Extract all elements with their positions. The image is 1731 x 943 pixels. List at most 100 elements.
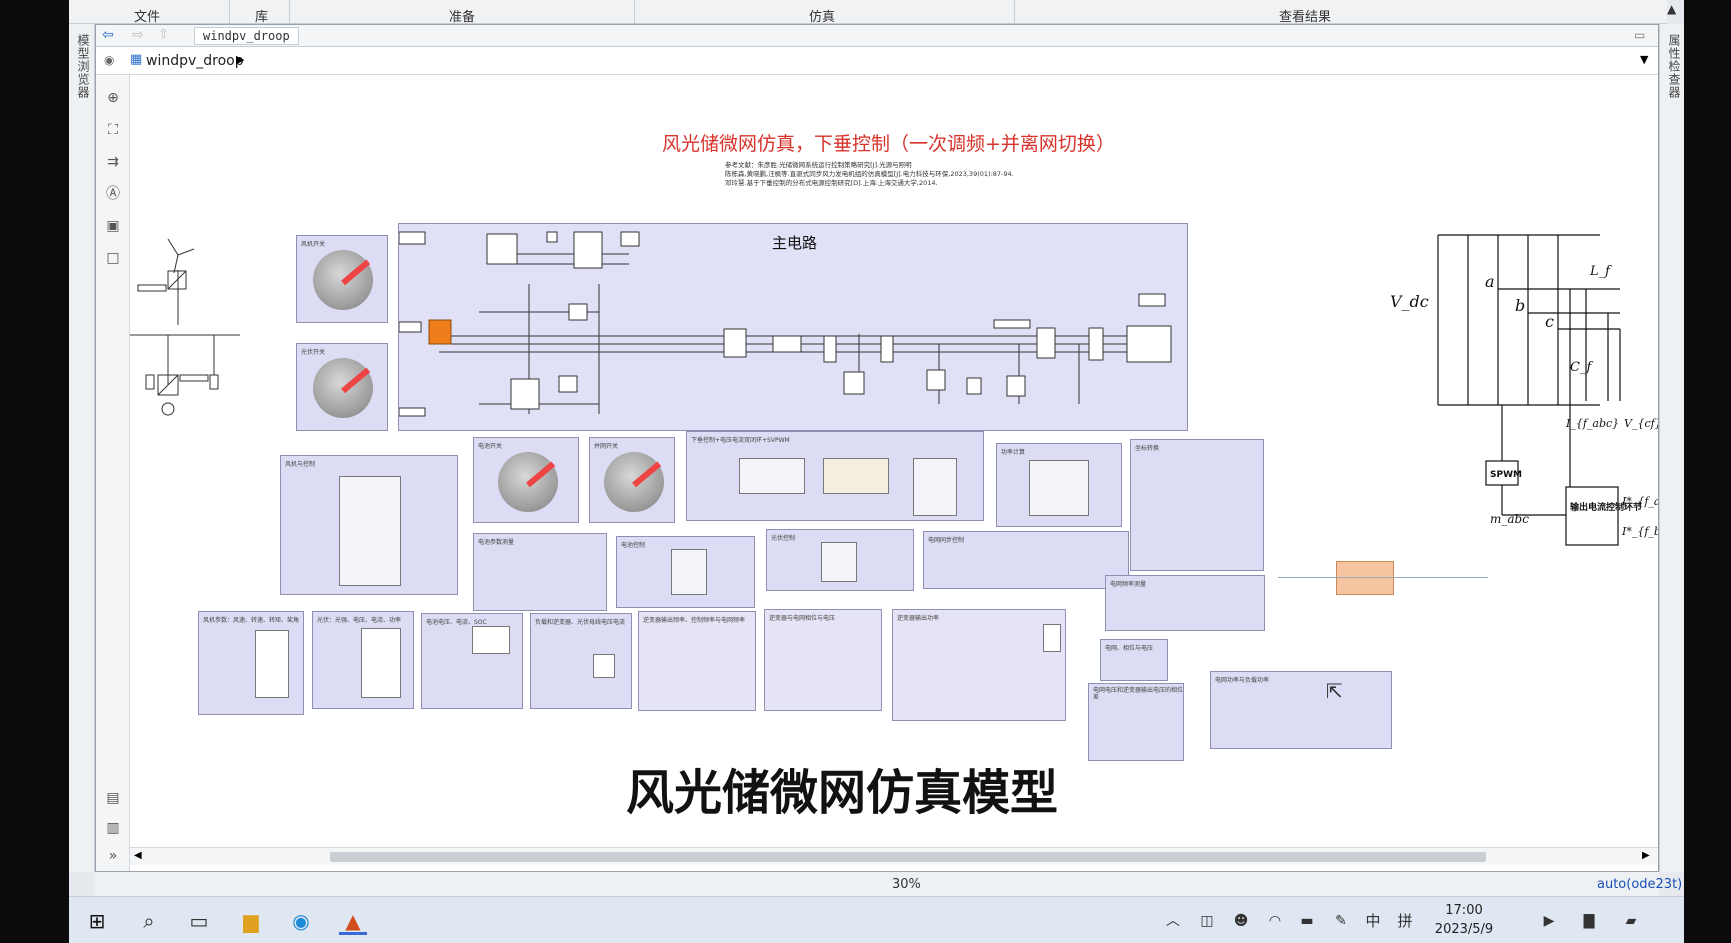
- canvas-tool-palette: ⊕ ⛶ ⇉ Ⓐ ▣ □ ▤ ▥ »: [96, 75, 130, 871]
- property-inspector-label: 属性检查器: [1667, 34, 1681, 99]
- ribbon-section-library[interactable]: 库: [255, 6, 268, 25]
- route-lines-icon[interactable]: ⇉: [104, 153, 122, 171]
- ime-language[interactable]: 中: [1359, 907, 1387, 935]
- grid-frequency-block[interactable]: 电网频率测量: [1105, 575, 1265, 631]
- battery-soc-scope[interactable]: 电池电压、电流、SOC: [421, 613, 523, 709]
- start-icon[interactable]: ⊞: [83, 907, 111, 935]
- model-tab[interactable]: windpv_droop: [194, 27, 299, 45]
- control-snippet: [1278, 561, 1488, 597]
- phase-a-label: a: [1485, 272, 1495, 291]
- solver-label[interactable]: auto(ode23t): [1597, 877, 1682, 892]
- grid-sync-block[interactable]: 电网同步控制: [923, 531, 1129, 589]
- ribbon-section-file[interactable]: 文件: [134, 6, 160, 25]
- references-text: 参考文献：朱彦胜.光储微网系统运行控制策略研究[J].光源与照明 陈栋森,黄晓鹏…: [725, 161, 1014, 188]
- lf-label: L_f: [1589, 264, 1612, 279]
- forward-arrow-icon[interactable]: ⇨: [132, 27, 144, 43]
- ribbon-bar: 文件 库 准备 仿真 查看结果 ▲: [69, 0, 1676, 25]
- tray-app-icon[interactable]: ▇: [1575, 907, 1603, 935]
- up-level-icon[interactable]: ⇧: [158, 27, 169, 42]
- matlab-icon[interactable]: ▲: [339, 907, 367, 935]
- grid-switch-knob-icon[interactable]: [604, 452, 664, 512]
- battery-measure-block[interactable]: 电池参数测量: [473, 533, 607, 611]
- image-icon[interactable]: ▣: [104, 217, 122, 235]
- battery-switch-block[interactable]: 电池开关: [473, 437, 579, 523]
- phase-b-label: b: [1515, 296, 1525, 315]
- grid-load-power-block[interactable]: 电网功率与负载功率: [1210, 671, 1392, 749]
- coordinate-transform-block[interactable]: 坐标转换: [1130, 439, 1264, 571]
- power-calc-block[interactable]: 功率计算: [996, 443, 1122, 527]
- model-canvas[interactable]: 风光储微网仿真，下垂控制（一次调频+并离网切换） 参考文献：朱彦胜.光储微网系统…: [130, 75, 1658, 847]
- model-icon: ▦: [130, 52, 143, 67]
- pen-icon[interactable]: ✎: [1327, 907, 1355, 935]
- battery-switch-knob-icon[interactable]: [498, 452, 558, 512]
- tray-device-icon[interactable]: ◫: [1193, 907, 1221, 935]
- address-dropdown-icon[interactable]: ▼: [1640, 53, 1648, 66]
- editor-toolstrip: ⇦ ⇨ ⇧ windpv_droop ▭: [96, 25, 1658, 47]
- area-icon[interactable]: □: [104, 249, 122, 267]
- bus-voltage-scope[interactable]: 负载和逆变器、光伏母线电压电流: [530, 613, 632, 709]
- scroll-left-icon[interactable]: ◀: [134, 850, 142, 861]
- right-black-margin: [1684, 0, 1731, 943]
- property-inspector-panel[interactable]: 属性检查器: [1659, 24, 1684, 872]
- back-arrow-icon[interactable]: ⇦: [102, 27, 114, 43]
- edge-browser-icon[interactable]: ◉: [287, 907, 315, 935]
- grid-switch-block[interactable]: 并网开关: [589, 437, 675, 523]
- iref-b-label: I*_{f_b}: [1621, 525, 1658, 538]
- wind-turbine-control-block[interactable]: 风机与控制: [280, 455, 458, 595]
- wifi-icon[interactable]: ◠: [1261, 907, 1289, 935]
- expand-palette-icon[interactable]: »: [104, 847, 122, 865]
- pv-params-scope[interactable]: 光伏：光强、电压、电流、功率: [312, 611, 414, 709]
- status-bar: 30% auto(ode23t): [95, 872, 1682, 896]
- mouse-cursor-icon: ⇱: [1326, 679, 1343, 703]
- scroll-thumb[interactable]: [330, 852, 1486, 862]
- reference-2: 陈栋森,黄晓鹏,汪枫等.直驱式同步风力发电机组的仿真模型[J].电力科技与环保,…: [725, 170, 1014, 178]
- wind-switch-knob-icon[interactable]: [313, 250, 373, 310]
- model-browser-panel[interactable]: 模型浏览器: [69, 24, 95, 872]
- droop-control-block[interactable]: 下垂控制+电压电流双闭环+SVPWM: [686, 431, 984, 521]
- ribbon-section-simulate[interactable]: 仿真: [809, 6, 835, 25]
- ribbon-collapse-icon[interactable]: ▲: [1667, 2, 1676, 16]
- file-explorer-icon[interactable]: ▆: [237, 907, 265, 935]
- pv-control-block[interactable]: 光伏控制: [766, 529, 914, 591]
- annotation-icon[interactable]: Ⓐ: [104, 185, 122, 203]
- zoom-icon[interactable]: ⊕: [104, 89, 122, 107]
- zoom-level: 30%: [892, 877, 921, 892]
- screenshot-icon[interactable]: ▤: [104, 789, 122, 807]
- hide-browser-icon[interactable]: ◉: [104, 53, 114, 67]
- scroll-right-icon[interactable]: ▶: [1642, 850, 1650, 861]
- breadcrumb-arrow-icon[interactable]: ▶: [236, 53, 244, 66]
- qq-icon[interactable]: ☻: [1227, 907, 1255, 935]
- one-line-diagram: [130, 238, 240, 416]
- grid-phase-voltage-block[interactable]: 电网、相位与电压: [1100, 639, 1168, 681]
- vcf-label: V_{cf}: [1624, 417, 1658, 430]
- property-icon[interactable]: ▥: [104, 819, 122, 837]
- ime-mode[interactable]: 拼: [1391, 907, 1419, 935]
- iabc-label: I_{f_abc}: [1565, 417, 1619, 430]
- ribbon-section-prepare[interactable]: 准备: [449, 6, 475, 25]
- ribbon-section-review-results[interactable]: 查看结果: [1279, 6, 1331, 25]
- main-circuit-wiring: [399, 231, 1172, 417]
- task-view-icon[interactable]: ▭: [185, 907, 213, 935]
- notification-icon[interactable]: ▰: [1617, 907, 1645, 935]
- phase-difference-block[interactable]: 电网电压和逆变器输出电压的相位差: [1088, 683, 1184, 761]
- inverter-frequency-scope[interactable]: 逆变器输出频率、控制频率与电网频率: [638, 611, 756, 711]
- pv-switch-block[interactable]: 光伏开关: [296, 343, 388, 431]
- wind-params-scope[interactable]: 风机参数：风速、转速、转矩、桨角: [198, 611, 304, 715]
- main-circuit-area[interactable]: 主电路: [398, 223, 1188, 431]
- media-icon[interactable]: ▶: [1535, 907, 1563, 935]
- current-control-label: 输出电流控制环节: [1570, 501, 1642, 513]
- reference-1: 参考文献：朱彦胜.光储微网系统运行控制策略研究[J].光源与照明: [725, 161, 912, 169]
- battery-icon[interactable]: ▬: [1293, 907, 1321, 935]
- horizontal-scrollbar[interactable]: ◀ ▶: [130, 847, 1658, 865]
- tray-expand-icon[interactable]: ︿: [1159, 907, 1187, 935]
- search-icon[interactable]: ⌕: [135, 907, 163, 935]
- pv-switch-knob-icon[interactable]: [313, 358, 373, 418]
- battery-control-block[interactable]: 电池控制: [616, 536, 755, 608]
- clock[interactable]: 17:00 2023/5/9: [1425, 901, 1503, 939]
- inverter-phase-scope[interactable]: 逆变器与电网相位与电压: [764, 609, 882, 711]
- tab-menu-icon[interactable]: ▭: [1634, 28, 1645, 42]
- fit-view-icon[interactable]: ⛶: [104, 121, 122, 139]
- inverter-power-scope[interactable]: 逆变器输出功率: [892, 609, 1066, 721]
- wind-switch-block[interactable]: 风机开关: [296, 235, 388, 323]
- breadcrumb-model[interactable]: windpv_droop: [146, 53, 244, 69]
